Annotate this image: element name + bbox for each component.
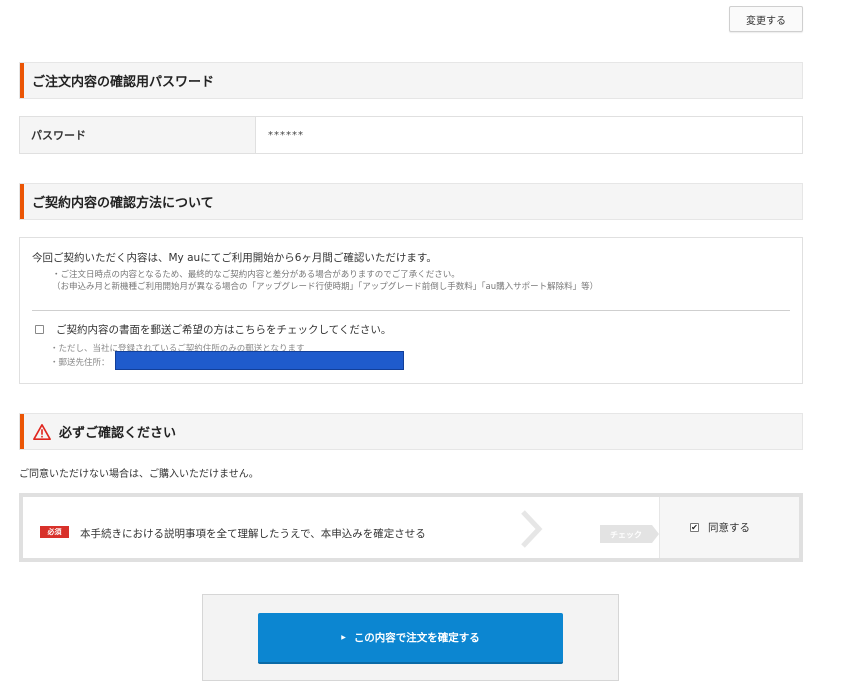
password-label: パスワード — [20, 117, 256, 153]
accent-bar — [20, 63, 24, 98]
mail-document-checkbox[interactable] — [35, 325, 44, 334]
check-tag-label: チェック — [610, 530, 642, 540]
password-value: ****** — [268, 129, 304, 141]
confirm-order-button[interactable]: ▶ この内容で注文を確定する — [258, 613, 563, 664]
play-arrow-icon: ▶ — [341, 634, 346, 641]
method-box: 今回ご契約いただく内容は、My auにてご利用開始から6ヶ月間ご確認いただけます… — [19, 237, 803, 384]
password-section-header: ご注文内容の確認用パスワード — [19, 62, 803, 99]
agreement-box: 必須 本手続きにおける説明事項を全て理解したうえで、本申込みを確定させる チェッ… — [19, 493, 803, 562]
agree-option[interactable]: ✔ 同意する — [659, 497, 799, 558]
method-note-line-2: （お申込み月と新機種ご利用開始月が異なる場合の「アップグレード行使時期」「アップ… — [52, 282, 599, 293]
section-title: ご契約内容の確認方法について — [32, 196, 214, 211]
chevron-right-icon — [521, 510, 543, 548]
section-title: ご注文内容の確認用パスワード — [32, 75, 215, 90]
no-agree-notice: ご同意いただけない場合は、ご購入いただけません。 — [19, 469, 259, 480]
mail-document-checkbox-label[interactable]: ご契約内容の書面を郵送ご希望の方はこちらをチェックしてください。 — [56, 322, 391, 337]
divider — [32, 310, 790, 311]
accent-bar — [20, 184, 24, 219]
warning-triangle-icon — [33, 423, 51, 440]
password-row: パスワード ****** — [19, 116, 803, 154]
agreement-text: 本手続きにおける説明事項を全て理解したうえで、本申込みを確定させる — [80, 528, 426, 540]
method-lead-text: 今回ご契約いただく内容は、My auにてご利用開始から6ヶ月間ご確認いただけます… — [32, 252, 437, 264]
agreement-inner: 必須 本手続きにおける説明事項を全て理解したうえで、本申込みを確定させる チェッ… — [23, 497, 799, 558]
required-badge: 必須 — [40, 526, 69, 538]
method-section-header: ご契約内容の確認方法について — [19, 183, 803, 220]
agree-checkbox[interactable]: ✔ — [690, 523, 699, 532]
accent-bar — [20, 414, 24, 449]
confirm-order-button-label: この内容で注文を確定する — [353, 632, 480, 644]
confirm-section-header: 必ずご確認ください — [19, 413, 803, 450]
mail-address-label: ・郵送先住所： — [50, 358, 110, 368]
redacted-address — [115, 351, 404, 370]
method-note-line-1: ・ご注文日時点の内容となるため、最終的なご契約内容と差分がある場合がありますので… — [52, 270, 460, 280]
mail-document-option[interactable]: ご契約内容の書面を郵送ご希望の方はこちらをチェックしてください。 — [35, 322, 391, 337]
change-button[interactable]: 変更する — [729, 6, 803, 32]
agree-checkbox-label[interactable]: 同意する — [708, 520, 750, 535]
check-tag: チェック — [600, 525, 659, 543]
method-note: ・ご注文日時点の内容となるため、最終的なご契約内容と差分がある場合がありますので… — [52, 269, 790, 294]
submit-area: ▶ この内容で注文を確定する — [202, 594, 619, 681]
agreement-statement: 必須 本手続きにおける説明事項を全て理解したうえで、本申込みを確定させる チェッ… — [23, 497, 659, 558]
section-title: 必ずご確認ください — [59, 426, 177, 441]
